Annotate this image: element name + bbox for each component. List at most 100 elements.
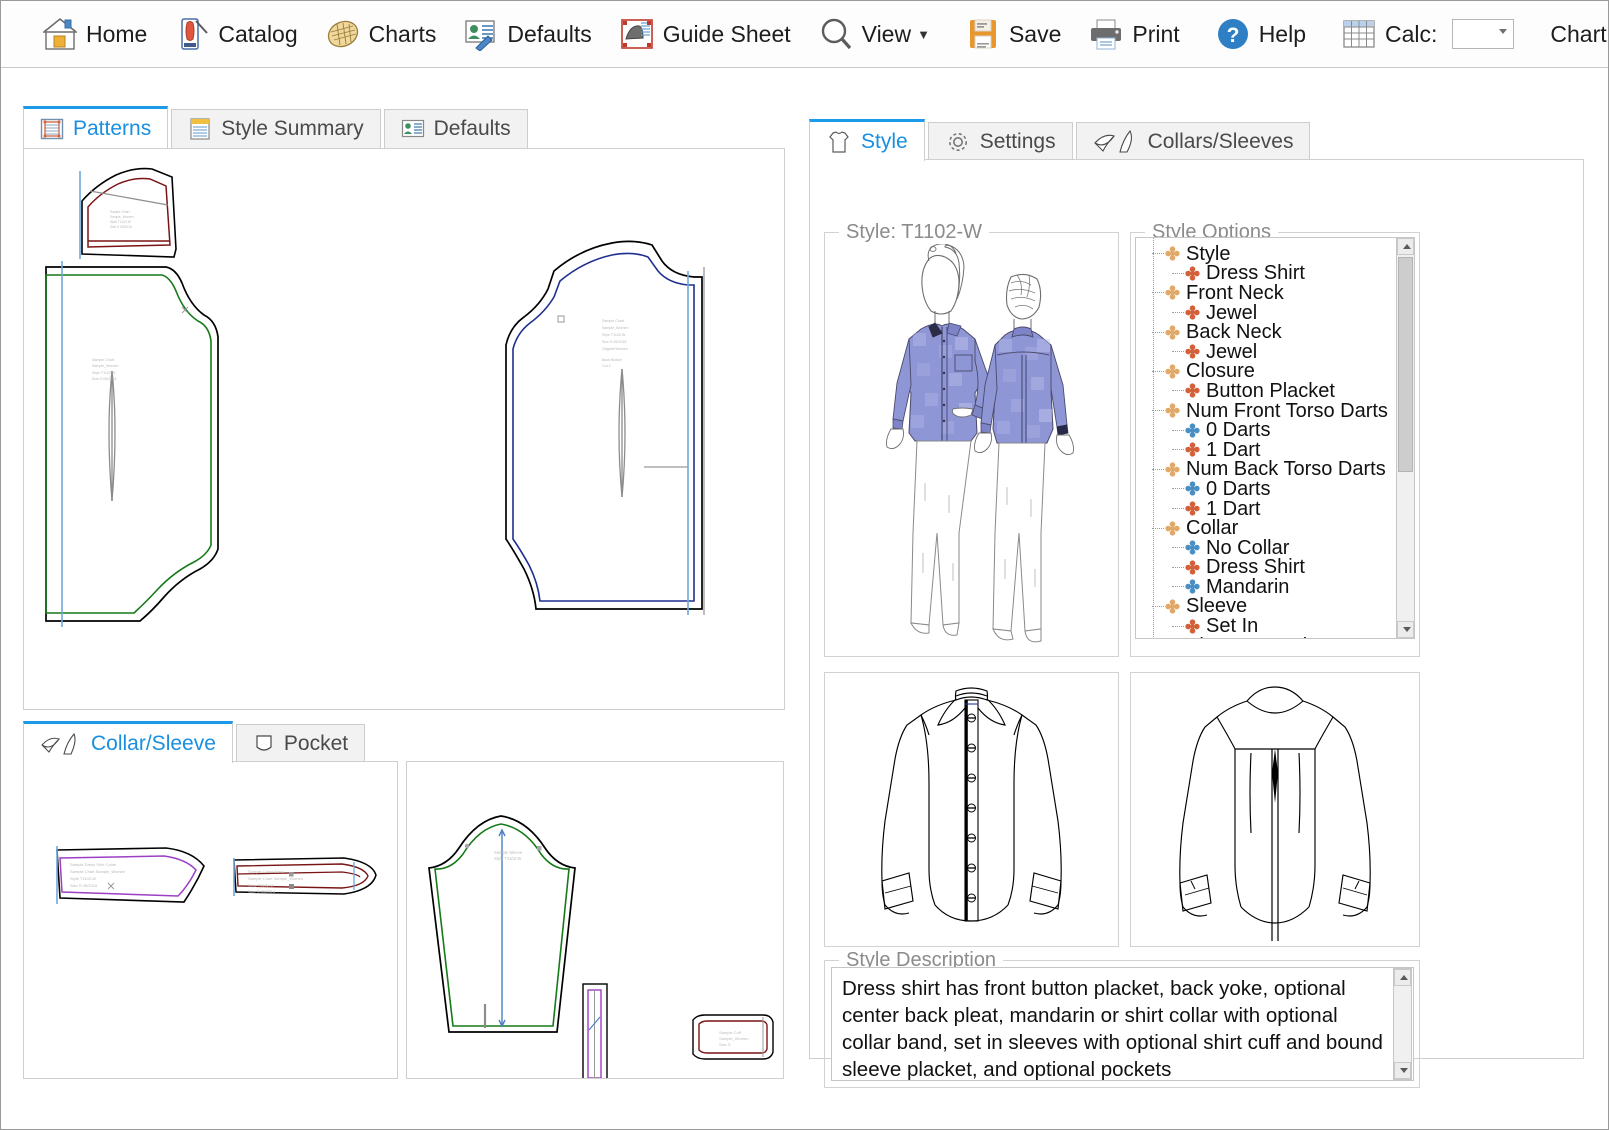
toolbar-button-save[interactable]: Save [952, 6, 1075, 62]
tree-branch-icon [1172, 449, 1184, 450]
tree-branch-icon [1172, 567, 1184, 568]
style-options-scrollbar[interactable] [1396, 237, 1415, 639]
collar-sleeve-icon [40, 732, 82, 756]
svg-text:Sample_Women: Sample_Women [602, 326, 629, 330]
style-description-scrollbar[interactable] [1393, 968, 1412, 1080]
toolbar-button-guide-sheet[interactable]: Guide Sheet [606, 6, 805, 62]
tree-node-set-in[interactable]: Set In [1152, 616, 1409, 636]
svg-text:Sample Chart: Sample Chart [92, 358, 114, 362]
left-bottom-tabstrip: Collar/Sleeve Pocket [23, 721, 365, 763]
tree-node-dress-shirt[interactable]: Dress Shirt [1152, 558, 1409, 578]
scroll-down-button[interactable] [1397, 621, 1414, 638]
tab-patterns[interactable]: Patterns [23, 106, 168, 148]
tree-node-1-dart[interactable]: 1 Dart [1152, 499, 1409, 519]
triangle-up-icon [1403, 244, 1411, 249]
summary-lines-icon [188, 117, 212, 141]
triangle-down-icon [1400, 1068, 1408, 1073]
tree-node-label: Num Front Torso Darts [1186, 401, 1388, 421]
tab-collar-sleeve[interactable]: Collar/Sleeve [23, 721, 233, 763]
tree-node-closure[interactable]: Closure [1152, 362, 1409, 382]
triangle-up-icon [1400, 975, 1408, 980]
tree-node-collar[interactable]: Collar [1152, 518, 1409, 538]
tree-node-label: Button Placket [1206, 381, 1335, 401]
tree-node-label: Front Neck [1186, 283, 1284, 303]
tree-branch-icon [1152, 371, 1164, 372]
sleeve-canvas[interactable]: Sample Sleeve Style T1102-W [406, 761, 784, 1079]
tab-style[interactable]: Style [809, 119, 925, 161]
toolbar-label-defaults: Defaults [507, 21, 591, 48]
tree-node-0-darts[interactable]: 0 Darts [1152, 420, 1409, 440]
tree-node-sleeve[interactable]: Sleeve [1152, 597, 1409, 617]
tree-branch-icon [1172, 351, 1184, 352]
tab-pocket[interactable]: Pocket [236, 724, 365, 763]
tree-node-front-neck[interactable]: Front Neck [1152, 283, 1409, 303]
style-tab-panel: Style: T1102-W [809, 159, 1584, 1059]
svg-text:Size S 05/2018: Size S 05/2018 [110, 225, 132, 229]
left-column: Patterns Style Summary [23, 106, 785, 1116]
tree-node-label: Sleeve Length [1186, 636, 1314, 639]
tree-node-label: Back Neck [1186, 322, 1282, 342]
chevron-down-icon[interactable]: ▼ [917, 27, 930, 42]
patterns-canvas[interactable]: Sample Chart Sample_Women Style T1102-W … [23, 148, 785, 710]
tree-branch-icon [1172, 508, 1184, 509]
collar-canvas[interactable]: Sample Dress Shirt Collar Sample Chart S… [23, 761, 398, 1079]
catalog-icon [175, 17, 209, 51]
style-illustration-group: Style: T1102-W [824, 232, 1119, 657]
tab-style-summary[interactable]: Style Summary [171, 109, 380, 148]
tab-collars-sleeves[interactable]: Collars/Sleeves [1076, 122, 1311, 161]
front-technical-flat-panel[interactable] [824, 672, 1119, 947]
tree-node-button-placket[interactable]: Button Placket [1152, 381, 1409, 401]
tree-node-1-dart[interactable]: 1 Dart [1152, 440, 1409, 460]
tree-node-back-neck[interactable]: Back Neck [1152, 322, 1409, 342]
tree-node-0-darts[interactable]: 0 Darts [1152, 479, 1409, 499]
tree-node-jewel[interactable]: Jewel [1152, 342, 1409, 362]
tree-node-mandarin[interactable]: Mandarin [1152, 577, 1409, 597]
home-icon [43, 17, 77, 51]
calc-grid-icon [1342, 17, 1376, 51]
desc-scroll-up-button[interactable] [1394, 969, 1411, 986]
toolbar-button-help[interactable]: ? Help [1202, 6, 1320, 62]
tree-node-no-collar[interactable]: No Collar [1152, 538, 1409, 558]
calc-dropdown[interactable] [1452, 19, 1514, 49]
toolbar-button-defaults[interactable]: Defaults [450, 6, 605, 62]
tree-node-label: No Collar [1206, 538, 1289, 558]
style-group-title: Style: T1102-W [839, 221, 989, 244]
tree-node-num-front-torso-darts[interactable]: Num Front Torso Darts [1152, 401, 1409, 421]
calc-control-group: Calc: [1328, 6, 1528, 62]
toolbar-label-save: Save [1009, 21, 1061, 48]
left-tabstrip: Patterns Style Summary [23, 106, 785, 148]
tab-label-style: Style [861, 130, 908, 154]
toolbar-button-view[interactable]: View ▼ [805, 6, 944, 62]
svg-text:Style T1102-W: Style T1102-W [494, 856, 521, 861]
toolbar-button-catalog[interactable]: Catalog [161, 6, 311, 62]
svg-text:Style T1102-W: Style T1102-W [70, 876, 96, 881]
tree-node-style[interactable]: Style [1152, 244, 1409, 264]
toolbar-button-home[interactable]: Home [29, 6, 161, 62]
clover-selected-icon [1185, 383, 1200, 398]
calc-label: Calc: [1385, 21, 1437, 48]
tab-settings[interactable]: Settings [928, 122, 1073, 161]
toolbar-label-home: Home [86, 21, 147, 48]
desc-scroll-down-button[interactable] [1394, 1062, 1411, 1079]
toolbar-button-charts[interactable]: Charts [312, 6, 451, 62]
back-technical-flat-panel[interactable] [1130, 672, 1420, 947]
tree-node-num-back-torso-darts[interactable]: Num Back Torso Darts [1152, 460, 1409, 480]
toolbar-label-charts: Charts [369, 21, 437, 48]
application-window: Home Catalog [0, 0, 1609, 1130]
clover-category-icon [1165, 285, 1180, 300]
toolbar-label-guide-sheet: Guide Sheet [663, 21, 791, 48]
toolbar-button-print[interactable]: Print [1075, 6, 1193, 62]
style-description-text[interactable]: Dress shirt has front button placket, ba… [831, 967, 1414, 1081]
scrollbar-thumb[interactable] [1398, 257, 1413, 472]
clover-category-icon [1165, 325, 1180, 340]
tree-node-jewel[interactable]: Jewel [1152, 303, 1409, 323]
tree-node-dress-shirt[interactable]: Dress Shirt [1152, 264, 1409, 284]
scroll-up-button[interactable] [1397, 238, 1414, 255]
tab-defaults[interactable]: Defaults [384, 109, 528, 148]
tree-branch-icon [1152, 253, 1164, 254]
tree-node-label: Set In [1206, 616, 1258, 636]
svg-text:Sample Chart Sample_Women: Sample Chart Sample_Women [70, 869, 125, 874]
chart-name-text: Chart Name: Sample_Women [1550, 21, 1609, 48]
tree-node-sleeve-length[interactable]: Sleeve Length [1152, 636, 1409, 639]
style-options-tree[interactable]: StyleDress ShirtFront NeckJewelBack Neck… [1135, 237, 1410, 639]
